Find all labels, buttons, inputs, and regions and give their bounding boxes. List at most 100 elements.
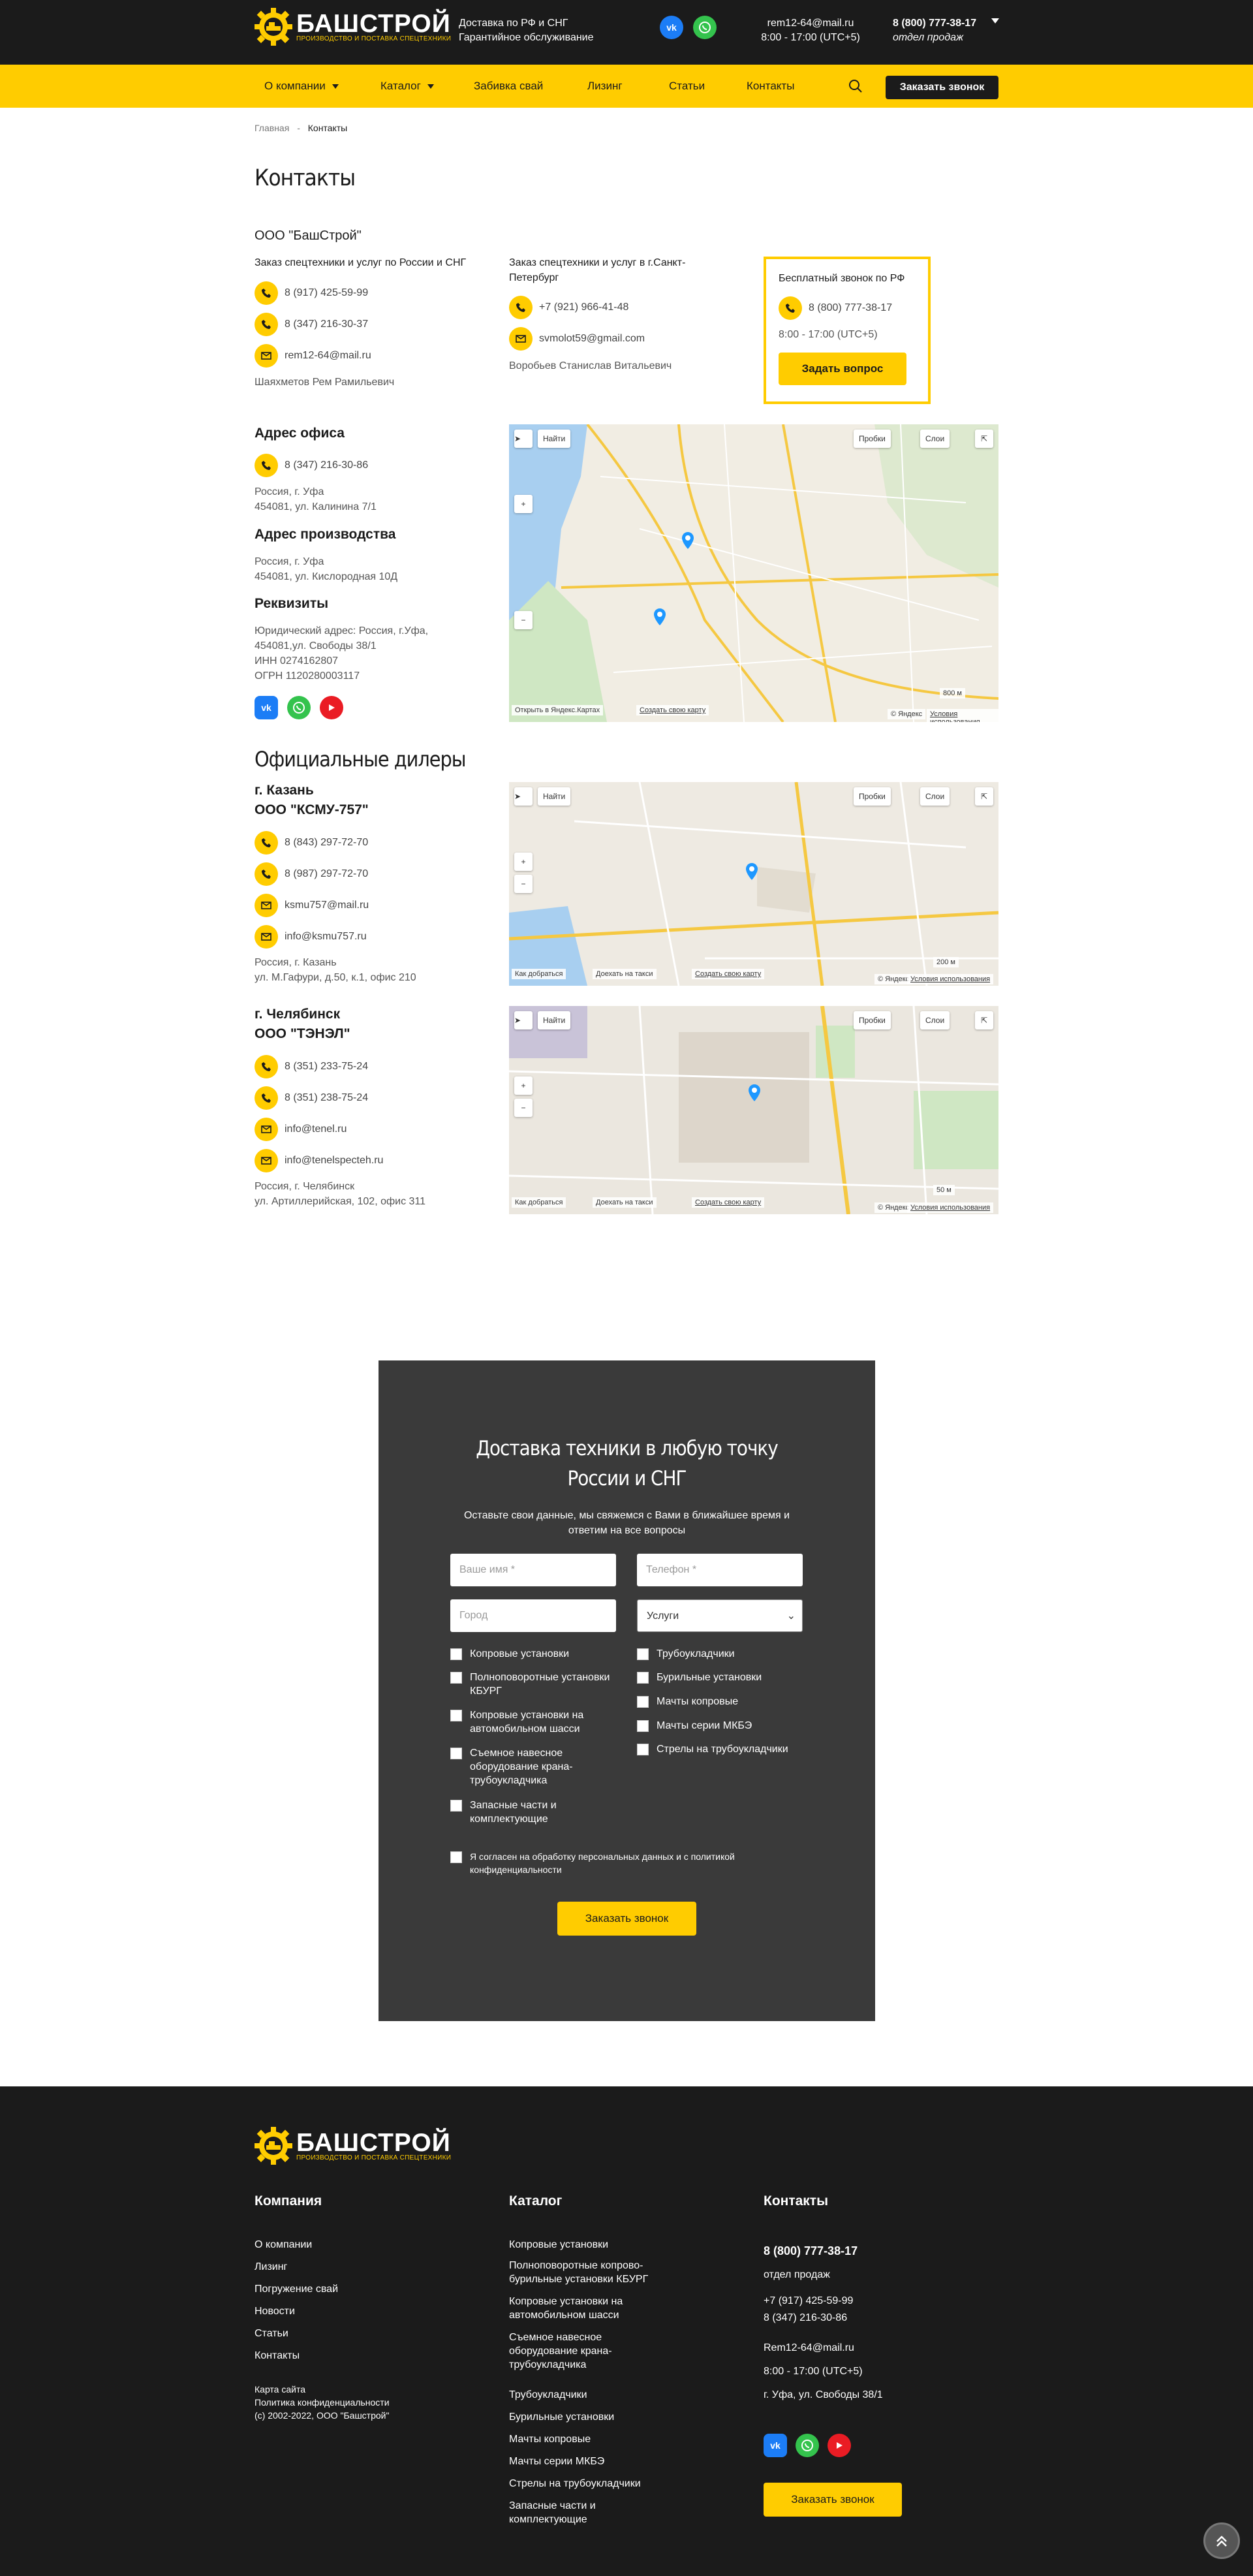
map-terms-link[interactable]: Условия использования: [907, 1202, 994, 1213]
map-pin-icon[interactable]: [654, 608, 666, 625]
checkbox-item[interactable]: Бурильные установки: [637, 1671, 813, 1684]
checkbox-item[interactable]: Съемное навесное оборудование крана-труб…: [450, 1746, 626, 1787]
zoom-in-icon[interactable]: +: [514, 1076, 533, 1095]
footer-link[interactable]: Новости: [255, 2304, 295, 2318]
whatsapp-icon[interactable]: [287, 696, 311, 719]
taxi-link[interactable]: Доехать на такси: [593, 969, 657, 979]
map-find-button[interactable]: Найти: [538, 1011, 571, 1029]
create-map-link[interactable]: Создать свою карту: [636, 705, 709, 715]
footer-link[interactable]: Статьи: [255, 2327, 288, 2340]
checkbox[interactable]: [637, 1648, 649, 1660]
map-find-button[interactable]: Найти: [538, 787, 571, 806]
checkbox[interactable]: [637, 1696, 649, 1708]
nav-leasing[interactable]: Лизинг: [587, 65, 623, 108]
checkbox[interactable]: [637, 1744, 649, 1755]
nav-piling[interactable]: Забивка свай: [474, 65, 543, 108]
footer-link[interactable]: Лизинг: [255, 2260, 287, 2274]
checkbox[interactable]: [450, 1851, 462, 1863]
email-row[interactable]: info@ksmu757.ru: [255, 925, 367, 949]
geolocation-icon[interactable]: ➤: [514, 787, 533, 806]
callback-button[interactable]: Заказать звонок: [886, 76, 998, 99]
youtube-icon[interactable]: [828, 2434, 851, 2457]
map-find-button[interactable]: Найти: [538, 430, 571, 448]
checkbox-item[interactable]: Запасные части и комплектующие: [450, 1798, 626, 1826]
checkbox-item[interactable]: Полноповоротные установки КБУРГ: [450, 1671, 626, 1698]
email-row[interactable]: info@tenel.ru: [255, 1118, 347, 1141]
phone-row[interactable]: 8 (843) 297-72-70: [255, 831, 368, 855]
email-row[interactable]: svmolot59@gmail.com: [509, 327, 645, 351]
zoom-in-icon[interactable]: +: [514, 853, 533, 871]
footer-link[interactable]: Полноповоротные копрово-бурильные устано…: [509, 2259, 659, 2286]
header-email[interactable]: rem12-64@mail.ru: [758, 16, 863, 31]
create-map-link[interactable]: Создать свою карту: [692, 969, 765, 979]
footer-link[interactable]: Копровые установки на автомобильном шасс…: [509, 2295, 659, 2322]
taxi-link[interactable]: Доехать на такси: [593, 1197, 657, 1208]
nav-contacts[interactable]: Контакты: [747, 65, 794, 108]
checkbox[interactable]: [450, 1672, 462, 1684]
map-traffic-button[interactable]: Пробки: [854, 430, 891, 448]
phone-row[interactable]: 8 (351) 238-75-24: [255, 1086, 368, 1110]
footer-phone[interactable]: 8 (347) 216-30-86: [764, 2311, 847, 2325]
ask-question-button[interactable]: Задать вопрос: [779, 353, 906, 385]
phone-row[interactable]: 8 (800) 777-38-17: [779, 296, 892, 320]
geolocation-icon[interactable]: ➤: [514, 1011, 533, 1029]
fullscreen-icon[interactable]: ⇱: [975, 787, 993, 806]
route-link[interactable]: Как добраться: [512, 969, 566, 979]
service-select[interactable]: Услуги ⌄: [637, 1599, 803, 1632]
map-traffic-button[interactable]: Пробки: [854, 787, 891, 806]
checkbox[interactable]: [450, 1710, 462, 1721]
vk-icon[interactable]: vk: [660, 16, 683, 39]
footer-link[interactable]: Бурильные установки: [509, 2410, 659, 2424]
checkbox-item[interactable]: Мачты серии МКБЭ: [637, 1719, 813, 1733]
city-input[interactable]: Город: [450, 1599, 616, 1632]
zoom-out-icon[interactable]: −: [514, 611, 533, 629]
header-phone[interactable]: 8 (800) 777-38-17: [893, 16, 976, 31]
kazan-map[interactable]: ➤ Найти Пробки Слои ⇱ + − Как добраться …: [509, 782, 998, 986]
fullscreen-icon[interactable]: ⇱: [975, 1011, 993, 1029]
map-pin-icon[interactable]: [746, 863, 758, 880]
footer-callback-button[interactable]: Заказать звонок: [764, 2483, 902, 2517]
checkbox-item[interactable]: Копровые установки: [450, 1647, 626, 1661]
name-input[interactable]: Ваше имя *: [450, 1554, 616, 1586]
phone-row[interactable]: 8 (351) 233-75-24: [255, 1055, 368, 1078]
youtube-icon[interactable]: [320, 696, 343, 719]
email-row[interactable]: info@tenelspecteh.ru: [255, 1149, 383, 1172]
checkbox[interactable]: [637, 1672, 649, 1684]
phone-row[interactable]: +7 (921) 966-41-48: [509, 296, 628, 319]
fullscreen-icon[interactable]: ⇱: [975, 430, 993, 448]
phone-row[interactable]: 8 (987) 297-72-70: [255, 862, 368, 886]
logo[interactable]: БАШСТРОЙ ПРОИЗВОДСТВО И ПОСТАВКА СПЕЦТЕХН…: [253, 7, 451, 47]
footer-logo[interactable]: БАШСТРОЙ ПРОИЗВОДСТВО И ПОСТАВКА СПЕЦТЕХН…: [253, 2126, 451, 2166]
checkbox-item[interactable]: Мачты копровые: [637, 1695, 813, 1708]
nav-about[interactable]: О компании: [264, 65, 339, 108]
checkbox[interactable]: [637, 1720, 649, 1732]
nav-catalog[interactable]: Каталог: [380, 65, 434, 108]
whatsapp-icon[interactable]: [796, 2434, 819, 2457]
footer-phone[interactable]: 8 (800) 777-38-17: [764, 2244, 858, 2258]
footer-link[interactable]: Контакты: [255, 2349, 300, 2363]
footer-link[interactable]: Мачты серии МКБЭ: [509, 2455, 659, 2468]
scroll-to-top-button[interactable]: [1203, 2522, 1240, 2559]
zoom-in-icon[interactable]: +: [514, 495, 533, 513]
vk-icon[interactable]: vk: [255, 696, 278, 719]
nav-articles[interactable]: Статьи: [669, 65, 705, 108]
whatsapp-icon[interactable]: [693, 16, 717, 39]
footer-link[interactable]: О компании: [255, 2238, 312, 2252]
map-pin-icon[interactable]: [749, 1084, 760, 1101]
checkbox-item[interactable]: Трубоукладчики: [637, 1647, 813, 1661]
create-map-link[interactable]: Создать свою карту: [692, 1197, 765, 1208]
open-yandex-link[interactable]: Открыть в Яндекс.Картах: [512, 705, 604, 715]
route-link[interactable]: Как добраться: [512, 1197, 566, 1208]
ufa-map[interactable]: ➤ Найти Пробки Слои ⇱ + − Открыть в Янде…: [509, 424, 998, 722]
footer-link[interactable]: Запасные части и комплектующие: [509, 2499, 626, 2526]
map-terms-link[interactable]: Условия использования: [907, 974, 994, 984]
sitemap-link[interactable]: Карта сайта: [255, 2383, 305, 2396]
phone-row[interactable]: 8 (347) 216-30-37: [255, 313, 368, 336]
map-traffic-button[interactable]: Пробки: [854, 1011, 891, 1029]
footer-email[interactable]: Rem12-64@mail.ru: [764, 2341, 854, 2355]
footer-link[interactable]: Съемное навесное оборудование крана-труб…: [509, 2331, 633, 2372]
phone-input[interactable]: Телефон *: [637, 1554, 803, 1586]
checkbox-item[interactable]: Копровые установки на автомобильном шасс…: [450, 1708, 626, 1736]
search-icon[interactable]: [848, 78, 863, 94]
chelyabinsk-map[interactable]: ➤ Найти Пробки Слои ⇱ + − Как добраться …: [509, 1006, 998, 1214]
